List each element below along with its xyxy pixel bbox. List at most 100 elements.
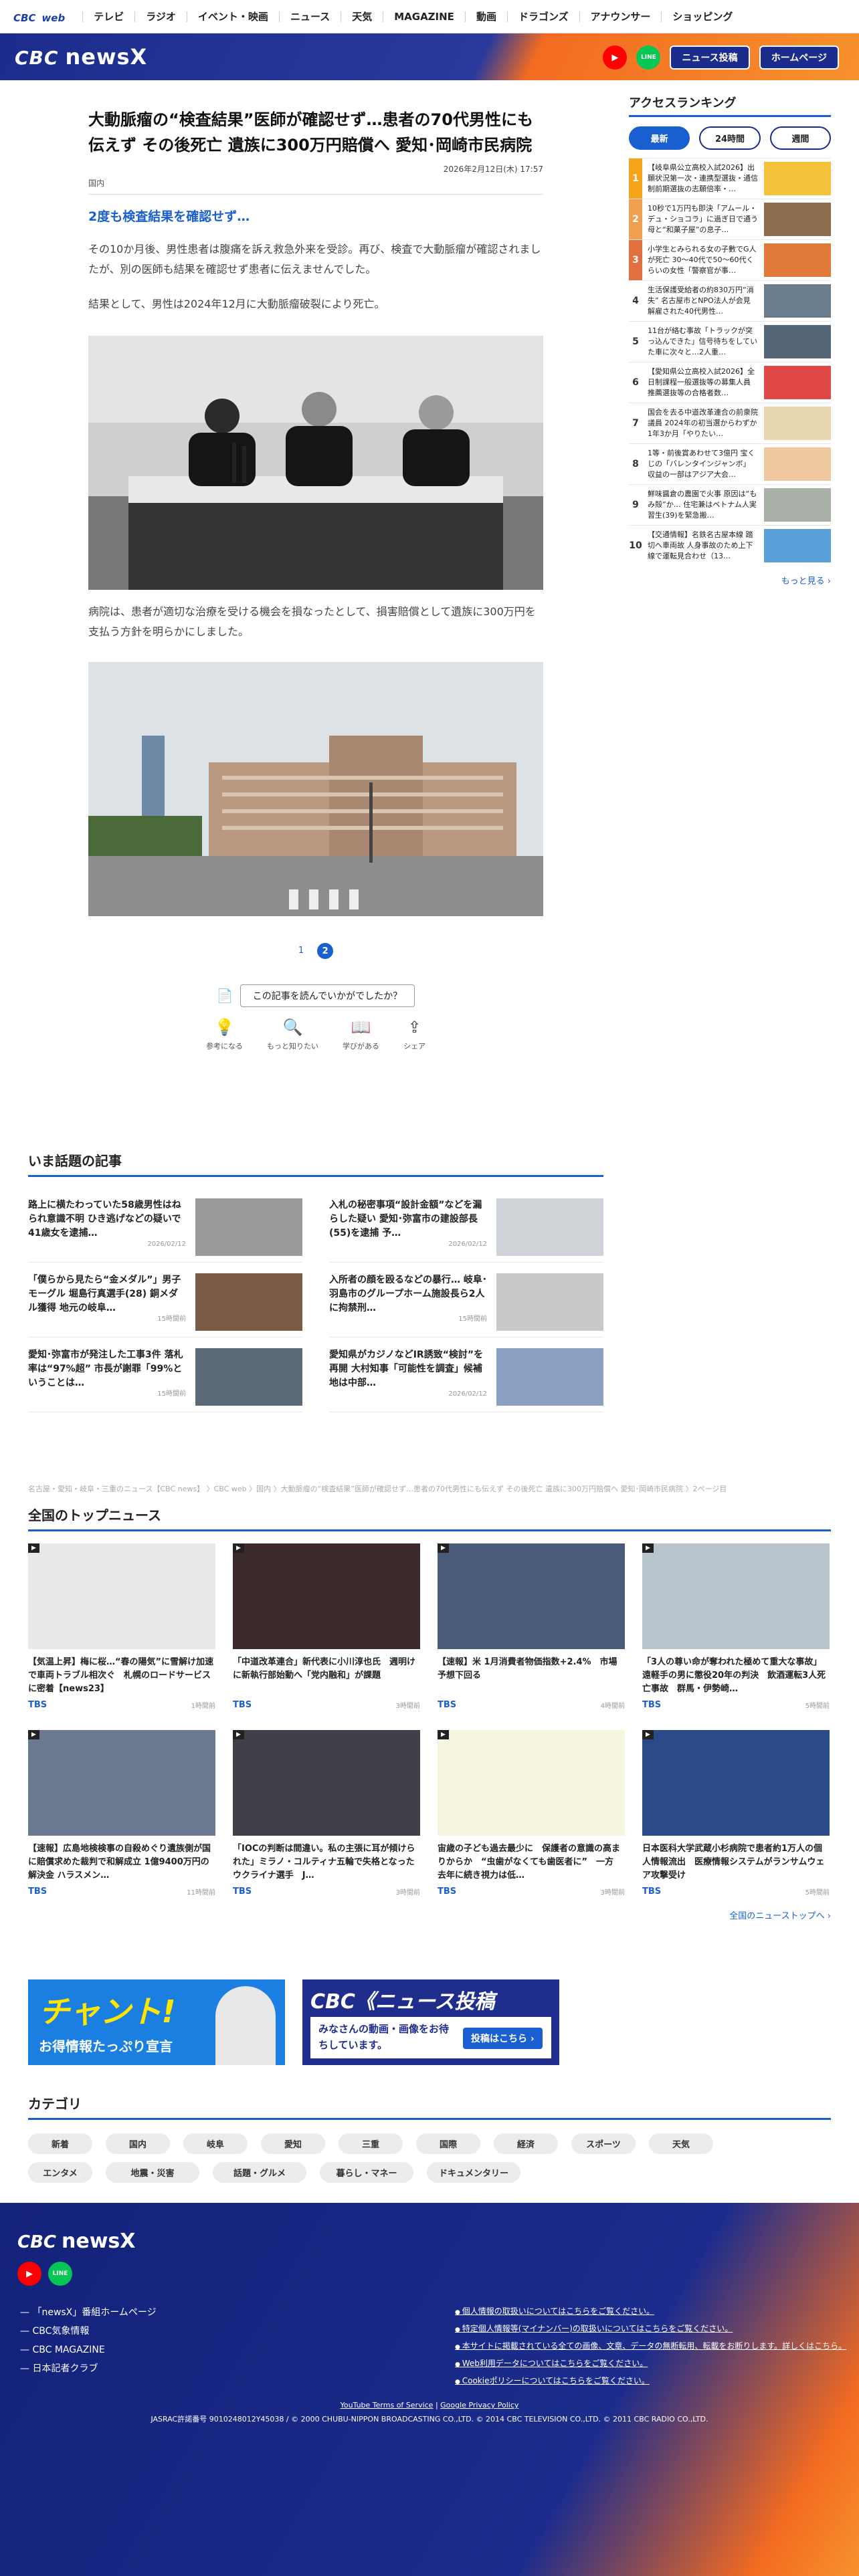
news-time: 1時間前: [191, 1703, 215, 1710]
national-news-card[interactable]: ▶ 「中道改革連合」新代表に小川淳也氏 週明けに新執行部始動へ「党内融和」が課題 T…: [233, 1543, 420, 1710]
nav-announcer[interactable]: アナウンサー: [579, 11, 662, 22]
page-1-link[interactable]: 1: [298, 943, 304, 959]
homepage-button[interactable]: ホームページ: [759, 45, 839, 70]
ranking-item[interactable]: 7 国会を去る中道改革連合の前衆院議員 2024年の初当選からわずか1年3か月「や…: [629, 403, 831, 443]
chant-banner[interactable]: チャント! お得情報たっぷり宣言: [28, 1979, 285, 2065]
news-post-banner[interactable]: CBC《ニュース投稿 みなさんの動画・画像をお待ちしています。 投稿はこちら ›: [302, 1979, 559, 2065]
footer-logo[interactable]: CBC newsX: [17, 2230, 135, 2253]
ranking-item[interactable]: 3 小学生とみられる女の子數でG人が死亡 30～40代で50～60代くらいの女性「…: [629, 239, 831, 280]
category-chip[interactable]: 三重: [339, 2133, 403, 2154]
national-news-card[interactable]: ▶ 宙歳の子ども過去最少に 保護者の意識の高まりからか “虫歯がなくても歯医者に”…: [438, 1730, 625, 1897]
hot-article-thumbnail: [496, 1348, 603, 1406]
category-chip[interactable]: 愛知: [261, 2133, 325, 2154]
ranking-thumbnail: [764, 407, 831, 440]
national-news-card[interactable]: ▶ 日本医科大学武蔵小杉病院で患者約1万人の個人情報流出 医療情報システムがランサ…: [642, 1730, 830, 1897]
play-icon: ▶: [438, 1730, 449, 1739]
hot-article-title: 愛知･弥富市が発注した工事3件 落札率は“97%超” 市長が謝罪「99%というこ…: [28, 1350, 183, 1388]
nav-event[interactable]: イベント・映画: [186, 11, 279, 22]
ranking-item[interactable]: 1 【岐阜県公立高校入試2026】出願状況第一次・連携型選抜・通信制前期選抜の志願…: [629, 158, 831, 199]
cbc-web-logo[interactable]: CBC web: [12, 9, 65, 25]
nav-video[interactable]: 動画: [464, 11, 507, 22]
line-icon[interactable]: LINE: [636, 45, 661, 70]
category-chip[interactable]: 天気: [649, 2133, 713, 2154]
rank-number: 9: [632, 500, 639, 510]
hot-article[interactable]: 路上に横たわっていた58歳男性はねられ意識不明 ひき逃げなどの疑いで41歳女を逮…: [28, 1188, 302, 1263]
feedback-label: シェア: [403, 1042, 425, 1051]
google-privacy-link[interactable]: Google Privacy Policy: [440, 2401, 518, 2409]
national-news-card[interactable]: ▶ 「IOCの判断は間違い。私の主張に耳が傾けられた」ミラノ・コルティナ五輪で失格…: [233, 1730, 420, 1897]
national-news-more-link[interactable]: 全国のニューストップへ ›: [28, 1909, 831, 1921]
category-chip[interactable]: 暮らし・マネー: [320, 2162, 413, 2183]
feedback-buttons: 💡 参考になる 🔍 もっと知りたい 📖 学びがある ⇪ シェア: [88, 1018, 543, 1051]
category-chip[interactable]: エンタメ: [28, 2162, 92, 2183]
hot-article[interactable]: 入札の秘密事項“設計金額”などを漏らした疑い 愛知･弥富市の建設部長(55)を逮…: [329, 1188, 603, 1263]
youtube-terms-link[interactable]: YouTube Terms of Service: [341, 2401, 434, 2409]
feedback-helpful-button[interactable]: 💡 参考になる: [206, 1018, 243, 1051]
category-chip[interactable]: ドキュメンタリー: [427, 2162, 520, 2183]
category-chip[interactable]: 話題・グルメ: [213, 2162, 306, 2183]
news-time: 3時間前: [395, 1889, 420, 1897]
ranking-item[interactable]: 6 【愛知県公立高校入試2026】全日制課程一般選抜等の募集人員 推薦選抜等の合格…: [629, 362, 831, 403]
hot-article[interactable]: 愛知･弥富市が発注した工事3件 落札率は“97%超” 市長が謝罪「99%というこ…: [28, 1337, 302, 1412]
category-chip[interactable]: スポーツ: [571, 2133, 636, 2154]
presenter-photo: [215, 1986, 276, 2065]
ranking-item[interactable]: 8 1等・前後賞あわせて3億円 宝くじの「バレンタインジャンボ」 収益の一部はアジ…: [629, 443, 831, 484]
news-source: TBS: [28, 1887, 47, 1897]
hot-article-time: 2026/02/12: [147, 1241, 186, 1248]
ranking-item[interactable]: 9 鮮味醤倉の農園で火事 原因は“もみ殻”か… 住宅兼はベトナム人実習生(39)を…: [629, 484, 831, 525]
ranking-item[interactable]: 4 生活保護受給者の約830万円“消失” 名古屋市とNPO法人が会見 解雇された4…: [629, 280, 831, 321]
footer-webdata-link[interactable]: Web利用データについてはこちらをご覧ください。: [455, 2355, 846, 2373]
footer-copyright-link[interactable]: 本サイトに掲載されている全ての画像、文章、データの無断転用、転載をお断りします。…: [455, 2338, 846, 2355]
hot-article[interactable]: 愛知県がカジノなどIR誘致“検討”を再開 大村知事「可能性を調査」候補地は中部……: [329, 1337, 603, 1412]
ranking-item[interactable]: 10 【交通情報】名鉄名古屋本線 踏切へ車両故 人身事故のため上下線で運転見合わせ…: [629, 525, 831, 566]
category-chip[interactable]: 国際: [416, 2133, 480, 2154]
play-icon: ▶: [642, 1730, 654, 1739]
category-chip[interactable]: 国内: [106, 2133, 170, 2154]
footer-link-press-club[interactable]: 日本記者クラブ: [20, 2359, 157, 2378]
page-2-current[interactable]: 2: [317, 943, 334, 959]
tab-24h[interactable]: 24時間: [699, 126, 761, 150]
category-chip[interactable]: 新着: [28, 2133, 92, 2154]
ranking-item[interactable]: 2 10秒で1万円も即決「アムール・デュ・ショコラ」に過ぎ日で通う母と“和菓子屋”…: [629, 199, 831, 239]
footer-privacy-link[interactable]: 個人情報の取扱いについてはこちらをご覧ください。: [455, 2303, 846, 2321]
feedback-label: 学びがある: [343, 1042, 379, 1051]
footer-mynumber-link[interactable]: 特定個人情報等(マイナンバー)の取扱いについてはこちらをご覧ください。: [455, 2321, 846, 2338]
youtube-icon[interactable]: ▶: [17, 2262, 41, 2286]
feedback-learn-button[interactable]: 📖 学びがある: [343, 1018, 379, 1051]
footer-cookie-link[interactable]: Cookieポリシーについてはこちらをご覧ください。: [455, 2373, 846, 2390]
nav-news[interactable]: ニュース: [278, 11, 341, 22]
nav-shopping[interactable]: ショッピング: [661, 11, 743, 22]
nav-tv[interactable]: テレビ: [82, 11, 134, 22]
ranking-item-title: 国会を去る中道改革連合の前衆院議員 2024年の初当選からわずか1年3か月「やり…: [648, 408, 758, 438]
breadcrumb[interactable]: 名古屋・愛知・岐阜・三重のニュース【CBC news】 〉CBC web 〉国内…: [28, 1483, 727, 1494]
hot-article[interactable]: 入所者の顔を殴るなどの暴行… 岐阜･羽島市のグループホーム施設長ら2人に拘禁刑……: [329, 1263, 603, 1337]
national-news-card[interactable]: ▶ 【速報】広島地検検事の自殺めぐり遺族側が国に賠償求めた裁判で和解成立 1億94…: [28, 1730, 215, 1897]
line-icon[interactable]: LINE: [48, 2262, 72, 2286]
national-news-card[interactable]: ▶ 【気温上昇】梅に桜…“春の陽気”に雪解け加速で車両トラブル相次ぐ 札幌のロード…: [28, 1543, 215, 1710]
nav-magazine[interactable]: MAGAZINE: [383, 11, 465, 22]
category-chip[interactable]: 岐阜: [183, 2133, 248, 2154]
category-chip[interactable]: 経済: [494, 2133, 558, 2154]
national-news-card[interactable]: ▶ 【速報】米 1月消費者物価指数+2.4% 市場予想下回る TBS 4時間前: [438, 1543, 625, 1710]
category-chip[interactable]: 地震・災害: [106, 2162, 199, 2183]
newsx-logo[interactable]: CBC newsX: [15, 44, 147, 70]
news-time: 11時間前: [187, 1889, 215, 1897]
tab-latest[interactable]: 最新: [629, 126, 690, 150]
footer-link-weather[interactable]: CBC気象情報: [20, 2322, 157, 2341]
hot-article[interactable]: 「僕らから見たら“金メダル”」男子モーグル 堀島行真選手(28) 銅メダル獲得 …: [28, 1263, 302, 1337]
footer-link-magazine[interactable]: CBC MAGAZINE: [20, 2341, 157, 2359]
nav-dragons[interactable]: ドラゴンズ: [506, 11, 579, 22]
post-here-button[interactable]: 投稿はこちら ›: [463, 2028, 543, 2049]
ranking-more-link[interactable]: もっと見る ›: [629, 574, 831, 586]
nav-radio[interactable]: ラジオ: [134, 11, 187, 22]
youtube-icon[interactable]: ▶: [603, 45, 628, 70]
nav-weather[interactable]: 天気: [341, 11, 383, 22]
news-post-button[interactable]: ニュース投稿: [670, 45, 750, 70]
footer-link-newsx[interactable]: 「newsX」番組ホームページ: [20, 2303, 156, 2322]
national-news-card[interactable]: ▶ 「3人の尊い命が奪われた極めて重大な事故」遠軽手の男に懲役20年の判決 飲酒運…: [642, 1543, 830, 1710]
feedback-more-button[interactable]: 🔍 もっと知りたい: [267, 1018, 318, 1051]
ranking-item[interactable]: 5 11台が絡む事故「トラックが突っ込んできた」信号待ちをしていた車に次々と…2人…: [629, 321, 831, 362]
share-button[interactable]: ⇪ シェア: [403, 1018, 425, 1051]
article-category[interactable]: 国内: [88, 177, 543, 195]
tab-weekly[interactable]: 週間: [769, 126, 831, 150]
